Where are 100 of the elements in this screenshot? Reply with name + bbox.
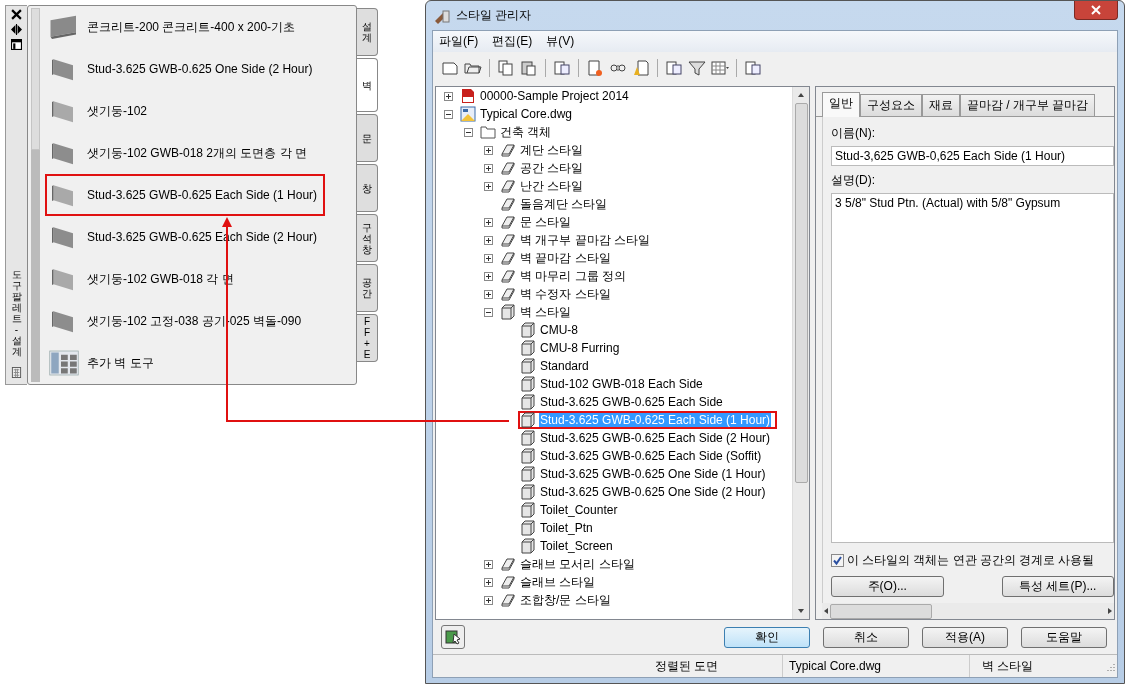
palette-title: 도구 팔레트 - 설계 [11,269,22,357]
tree-item[interactable]: Toilet_Counter [518,501,625,519]
display-button[interactable] [441,625,465,649]
new-style-icon[interactable] [586,59,604,77]
expand-icon[interactable] [484,289,493,299]
palette-tab[interactable]: 설계 [357,8,378,56]
tree-item[interactable]: Toilet_Screen [518,537,620,555]
collapse-icon[interactable] [484,307,493,317]
tree-item[interactable]: Stud-102 GWB-018 Each Side [518,375,710,393]
description-field[interactable]: 3 5/8" Stud Ptn. (Actual) with 5/8" Gypsum [831,193,1114,543]
tab[interactable]: 구성요소 [860,94,922,116]
tree-item[interactable]: 공간 스타일 [498,159,591,177]
wall-style-icon [500,304,516,320]
clean-icon[interactable] [632,59,650,77]
tree-item[interactable]: CMU-8 Furring [518,339,627,357]
button[interactable]: 도움말 [1021,626,1107,648]
palette-tool[interactable]: Stud-3.625 GWB-0.625 One Side (2 Hour) [45,48,325,90]
tree-item[interactable]: 벽 개구부 끝마감 스타일 [498,231,657,249]
tree-item[interactable]: 건축 객체 [478,123,559,141]
tree-item[interactable]: 조합창/문 스타일 [498,591,618,609]
tree-item[interactable]: 난간 스타일 [498,177,591,195]
tree-item[interactable]: 00000-Sample Project 2014 [458,87,636,105]
palette-tool[interactable]: 추가 벽 도구 [45,342,325,384]
vertical-scrollbar[interactable] [792,87,809,619]
expand-icon[interactable] [484,271,493,281]
properties-icon[interactable] [11,39,22,50]
tree-item[interactable]: 벽 수정자 스타일 [498,285,618,303]
palette-tab[interactable]: 공간 [357,264,378,312]
style-icon [500,232,516,248]
expand-icon[interactable] [484,577,493,587]
tree-item[interactable]: 슬래브 스타일 [498,573,603,591]
menu-item[interactable]: 뷰(V) [546,33,575,50]
view-grid-icon[interactable] [711,59,729,77]
palette-tab[interactable]: FF + E [357,314,378,362]
expand-icon[interactable] [484,163,493,173]
button[interactable]: 주(O)... [831,576,944,597]
menu-item[interactable]: 편집(E) [492,33,533,50]
button[interactable]: 특성 세트(P)... [1001,576,1114,597]
palette-tab[interactable]: 구석창 [357,214,378,262]
close-button[interactable] [1074,1,1118,20]
palette-tab[interactable]: 문 [357,114,378,162]
tree-item[interactable]: Standard [518,357,596,375]
expand-icon[interactable] [484,235,493,245]
palette-tool[interactable]: 샛기둥-102 GWB-018 2개의 도면층 각 면 [45,132,325,174]
tree-item[interactable]: Stud-3.625 GWB-0.625 One Side (1 Hour) [518,465,773,483]
button[interactable]: 확인 [724,626,810,648]
scroll-right-icon[interactable] [1106,607,1114,615]
expand-icon[interactable] [484,217,493,227]
horizontal-scrollbar[interactable] [822,603,1114,619]
collapse-icon[interactable] [464,127,473,137]
tree-item[interactable]: Stud-3.625 GWB-0.625 Each Side (2 Hour) [518,429,778,447]
tree-item[interactable]: CMU-8 [518,321,585,339]
tree-item[interactable]: Stud-3.625 GWB-0.625 Each Side (Soffit) [518,447,769,465]
expand-icon[interactable] [444,91,453,101]
palette-tab[interactable]: 벽 [357,58,378,112]
expand-icon[interactable] [484,559,493,569]
tree-item[interactable]: Stud-3.625 GWB-0.625 Each Side [518,393,730,411]
filter-icon[interactable] [688,59,706,77]
checkbox[interactable] [831,554,844,567]
scroll-left-icon[interactable] [822,607,830,615]
tab[interactable]: 끝마감 / 개구부 끝마감 [960,94,1096,116]
expand-icon[interactable] [484,145,493,155]
tree-item[interactable]: 돌음계단 스타일 [498,195,615,213]
palette-tool[interactable]: Stud-3.625 GWB-0.625 Each Side (1 Hour) [45,174,325,216]
tree-item[interactable]: Stud-3.625 GWB-0.625 One Side (2 Hour) [518,483,773,501]
tab[interactable]: 일반 [822,92,860,117]
copy-icon[interactable] [497,59,515,77]
tree-item[interactable]: 벽 끝마감 스타일 [498,249,618,267]
scroll-up-icon[interactable] [797,91,805,99]
tree-item[interactable]: 벽 마무리 그룹 정의 [498,267,633,285]
tree-item[interactable]: 슬래브 모서리 스타일 [498,555,642,573]
button[interactable]: 취소 [823,626,909,648]
collapse-icon[interactable] [444,109,453,119]
style-icon [500,574,516,590]
calculator-icon[interactable] [11,367,22,378]
tree-item[interactable]: 문 스타일 [498,213,579,231]
vertical-scrollbar[interactable] [31,8,40,382]
style-icon [500,556,516,572]
close-icon[interactable] [11,9,22,20]
expand-icon[interactable] [484,181,493,191]
auto-hide-icon[interactable] [11,24,22,35]
menu-item[interactable]: 파일(F) [439,33,479,50]
name-field[interactable]: Stud-3,625 GWB-0,625 Each Side (1 Hour) [831,146,1114,166]
palette-tab[interactable]: 창 [357,164,378,212]
tree-item[interactable]: Typical Core.dwg [458,105,580,123]
tree-item[interactable]: 계단 스타일 [498,141,591,159]
palette-tool[interactable]: 샛기둥-102 [45,90,325,132]
resize-grip-icon[interactable] [1105,661,1115,671]
new-document-icon[interactable] [441,59,459,77]
tree-item[interactable]: 벽 스타일 [498,303,579,321]
palette-tool[interactable]: 콘크리트-200 콘크리트-400 x 200-기초 [45,6,325,48]
paste-icon[interactable] [520,59,538,77]
status-text: 벽 스타일 [981,657,1035,675]
wall-style-icon [520,538,536,554]
expand-icon[interactable] [484,253,493,263]
tab[interactable]: 재료 [922,94,960,116]
expand-icon[interactable] [484,595,493,605]
tree-item[interactable]: Toilet_Ptn [518,519,600,537]
scroll-down-icon[interactable] [797,607,805,615]
button[interactable]: 적용(A) [922,626,1008,648]
